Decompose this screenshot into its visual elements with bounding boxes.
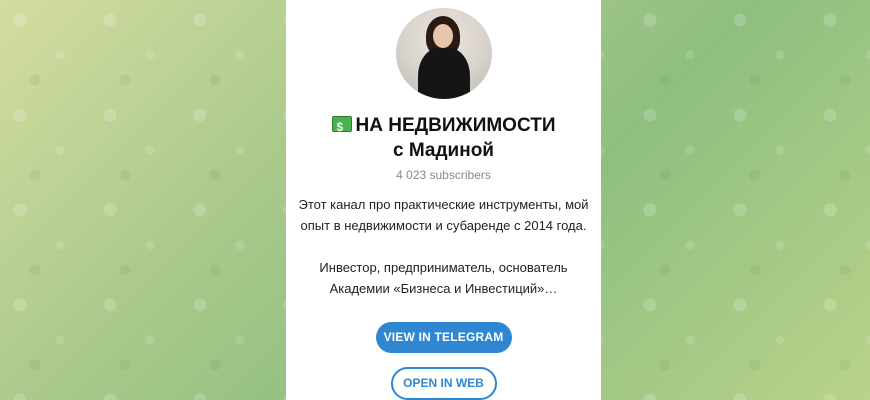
description-paragraph-2: Инвестор, предприниматель, основатель Ак… (319, 259, 568, 296)
channel-title: НА НЕДВИЖИМОСТИ с Мадиной (331, 113, 556, 163)
description-gap (294, 236, 594, 257)
title-line-2: с Мадиной (393, 139, 494, 161)
avatar-face (432, 24, 453, 48)
channel-card: НА НЕДВИЖИМОСТИ с Мадиной 4 023 subscrib… (286, 0, 601, 400)
channel-description: Этот канал про практические инструменты,… (294, 194, 594, 299)
title-line-1: НА НЕДВИЖИМОСТИ (355, 114, 556, 136)
view-in-telegram-button[interactable]: VIEW IN TELEGRAM (375, 321, 512, 353)
open-in-web-button[interactable]: OPEN IN WEB (390, 366, 497, 400)
description-paragraph-1: Этот канал про практические инструменты,… (298, 196, 589, 233)
subscriber-count: 4 023 subscribers (396, 167, 491, 182)
avatar-body (417, 48, 470, 99)
money-icon (331, 115, 352, 140)
channel-avatar (395, 8, 492, 99)
